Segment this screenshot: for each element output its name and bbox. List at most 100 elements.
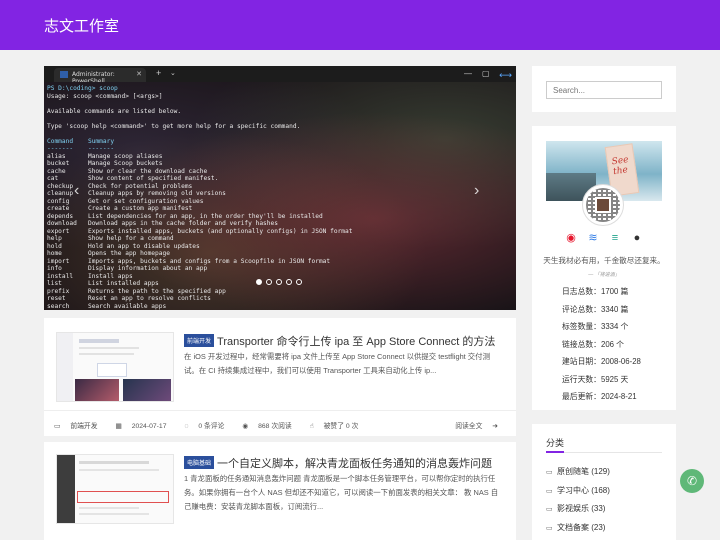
arrow-right-icon: ➜ [492, 423, 498, 430]
meta-comments[interactable]: ◌ 0 条评论 [184, 423, 232, 430]
post-title-text: Transporter 命令行上传 ipa 至 App Store Connec… [217, 336, 496, 348]
post-meta: ▭ 前端开发 ▦ 2024-07-17 ◌ 0 条评论 ◉ 868 次阅读 ☝ … [54, 420, 506, 430]
slider-prev-icon[interactable]: ‹ [74, 182, 79, 200]
terminal-line: cache Show or clear the download cache [47, 167, 208, 175]
post-thumbnail[interactable] [56, 454, 174, 524]
motto-source: — 「将进酒」 [588, 272, 620, 278]
meta-views: ◉ 868 次阅读 [242, 423, 292, 430]
categories-widget: 分类 ▭ 原创随笔 (129) ▭ 学习中心 (168) ▭ 影视娱乐 (33) ▭ 文档备案… [532, 424, 676, 540]
terminal-line: install Install apps [47, 272, 133, 280]
chevron-down-icon: ⌄ [170, 70, 176, 77]
read-more-link[interactable]: 阅读全文 ➜ [455, 420, 506, 430]
category-label: 原创随笔 (129) [557, 467, 610, 476]
slider-dot[interactable] [296, 279, 302, 285]
category-badge[interactable]: 前端开发 [184, 334, 215, 347]
meta-date: ▦ 2024-07-17 [115, 423, 167, 430]
meta-likes[interactable]: ☝ 被赞了 0 次 [310, 423, 367, 430]
folder-icon: ▭ [546, 469, 553, 476]
terminal-line: Type 'scoop help <command>' to get more … [47, 122, 301, 130]
terminal-tab-bar: Administrator: PowerShell ✕ + ⌄ — ▢ [44, 66, 516, 85]
terminal-line: depends List dependencies for an app, in… [47, 212, 323, 220]
folder-icon: ▭ [546, 487, 553, 495]
terminal-line: home Opens the app homepage [47, 250, 170, 257]
github-icon[interactable]: ● [630, 231, 644, 245]
post-title-text: 一个自定义脚本，解决青龙面板任务通知的消息轰炸问题 [217, 458, 493, 470]
featured-slider[interactable]: Administrator: PowerShell ✕ + ⌄ — ▢ PS D… [44, 66, 516, 310]
terminal-line: Command Summary [47, 137, 115, 145]
social-links: ◉ ≋ ≡ ● [532, 231, 676, 245]
terminal-line: create Create a custom app manifest [47, 205, 193, 212]
close-icon: ✕ [136, 70, 142, 78]
terminal-line: export Exports installed apps, buckets (… [47, 227, 353, 235]
top-bar: 志文工作室 [0, 0, 720, 50]
wechat-icon: ✆ [686, 474, 698, 488]
terminal-screen: PS D:\coding> scoop Usage: scoop <command… [44, 82, 516, 310]
post-card: 前端开发 Transporter 命令行上传 ipa 至 App Store Co… [44, 318, 516, 436]
stack-icon[interactable]: ≡ [608, 231, 622, 245]
category-list: ▭ 原创随笔 (129) ▭ 学习中心 (168) ▭ 影视娱乐 (33) ▭ 文档备案 (2… [546, 463, 610, 540]
plus-icon: + [156, 68, 162, 78]
folder-icon: ▭ [546, 506, 553, 513]
terminal-line: list List installed apps [47, 280, 159, 287]
terminal-line: search Search available apps [47, 302, 167, 310]
terminal-line: info Display information about an app [47, 265, 208, 272]
terminal-tab: Administrator: PowerShell ✕ [54, 68, 146, 85]
powershell-icon [60, 71, 68, 78]
category-item[interactable]: ▭ 文档备案 (23) [546, 519, 610, 538]
layers-icon[interactable]: ≋ [586, 231, 600, 245]
divider [44, 410, 516, 411]
stat-item: 日志总数：1700 篇 [562, 287, 629, 296]
terminal-line: prefix Returns the path to the specified… [47, 287, 226, 295]
terminal-line: hold Hold an app to disable updates [47, 242, 200, 250]
calendar-icon: ▦ [115, 423, 124, 430]
slider-dot[interactable] [256, 279, 262, 285]
category-badge[interactable]: 电脑基础 [184, 456, 215, 469]
terminal-line: import Imports apps, buckets and configs… [47, 257, 331, 265]
terminal-line: download Download apps in the cache fold… [47, 220, 278, 227]
post-title-link[interactable]: 前端开发 Transporter 命令行上传 ipa 至 App Store Co… [184, 333, 495, 349]
folder-icon: ▭ [54, 423, 63, 430]
folder-icon: ▭ [546, 524, 553, 532]
expand-icon[interactable]: ⟷ [499, 70, 512, 81]
post-title-link[interactable]: 电脑基础 一个自定义脚本，解决青龙面板任务通知的消息轰炸问题 [184, 455, 492, 471]
chat-button[interactable]: ✆ [680, 469, 704, 493]
terminal-line: PS D:\coding> scoop [47, 85, 118, 92]
maximize-icon: ▢ [482, 69, 490, 78]
terminal-line: cleanup Cleanup apps by removing old ver… [47, 190, 226, 197]
category-item[interactable]: ▭ 原创随笔 (129) [546, 463, 610, 482]
meta-category[interactable]: ▭ 前端开发 [54, 423, 106, 430]
category-item[interactable]: ▭ 学习中心 (168) [546, 482, 610, 501]
widget-title: 分类 [546, 438, 565, 448]
post-excerpt: 在 iOS 开发过程中，经常需要将 ipa 文件上传至 App Store Co… [184, 352, 490, 375]
slider-dot[interactable] [276, 279, 282, 285]
slider-next-icon[interactable]: › [474, 182, 479, 200]
post-thumbnail[interactable] [56, 332, 174, 402]
terminal-line: alias Manage scoop aliases [47, 152, 163, 160]
terminal-line: checkup Check for potential problems [47, 182, 193, 190]
stat-item: 链接总数：206 个 [562, 339, 624, 349]
slider-dots [256, 279, 302, 285]
category-label: 学习中心 (168) [557, 485, 610, 495]
category-item[interactable]: ▭ 影视娱乐 (33) [546, 500, 610, 519]
terminal-line: help Show help for a command [47, 235, 174, 242]
terminal-line: Usage: scoop <command> [<args>] [47, 92, 163, 100]
stat-item: 最后更新：2024-8-21 [562, 392, 637, 401]
post-card: 电脑基础 一个自定义脚本，解决青龙面板任务通知的消息轰炸问题 1 青龙面板的任务通… [44, 442, 516, 540]
terminal-line: config Get or set configuration values [47, 197, 204, 205]
thumbs-up-icon: ☝ [309, 423, 316, 430]
category-label: 文档备案 (23) [557, 522, 606, 532]
search-widget [532, 66, 676, 112]
search-input[interactable] [546, 81, 662, 99]
stat-item: 评论总数：3340 篇 [562, 304, 629, 314]
site-title[interactable]: 志文工作室 [44, 15, 119, 36]
slider-dot[interactable] [266, 279, 272, 285]
terminal-output: PS D:\coding> scoop Usage: scoop <command… [47, 85, 352, 310]
slider-dot[interactable] [286, 279, 292, 285]
terminal-line: reset Reset an app to resolve conflicts [47, 295, 211, 302]
weibo-icon[interactable]: ◉ [564, 231, 578, 245]
terminal-line: ------- ------- [47, 145, 115, 152]
terminal-line: Available commands are listed below. [47, 107, 182, 115]
